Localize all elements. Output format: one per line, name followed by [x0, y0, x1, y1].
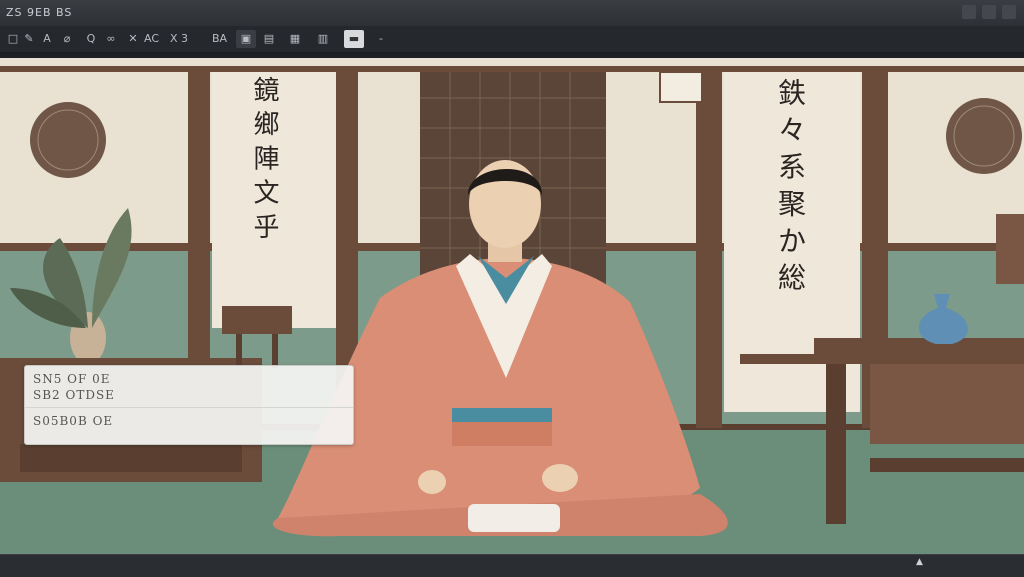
title-bar: ZS 9EB BS: [0, 0, 1024, 26]
toolbar-button-1[interactable]: □: [6, 30, 20, 48]
toolbar-button-10[interactable]: BA: [212, 30, 227, 48]
toolbar: □ ✎ A ⌀ Q ∞ ✕ AC X 3 BA ▣ ▤ ▦ ▥ ▬ -: [0, 26, 1024, 53]
toolbar-button-12[interactable]: ▤: [262, 30, 276, 48]
calligraphy-char: 鏡: [249, 76, 279, 102]
calligraphy-char: 聚: [774, 188, 807, 217]
toolbar-button-13[interactable]: ▦: [288, 30, 302, 48]
calligraphy-char: 系: [774, 151, 807, 180]
toolbar-button-5[interactable]: Q: [84, 30, 98, 48]
minimize-icon[interactable]: [962, 5, 976, 19]
overlay-text-line-2: SB2 OTDSE: [33, 388, 115, 402]
scene-illustration: [0, 58, 1024, 554]
toolbar-button-8[interactable]: AC: [144, 30, 159, 48]
calligraphy-char: 文: [249, 178, 279, 205]
calligraphy-char: 々: [774, 114, 807, 143]
calligraphy-char: 陣: [249, 144, 279, 171]
window-controls: [962, 5, 1016, 19]
right-scroll-calligraphy: 鉄 々 系 聚 か 総: [770, 78, 810, 291]
toolbar-button-16[interactable]: -: [374, 30, 388, 48]
overlay-text-line-1: SN5 OF 0E: [33, 372, 111, 386]
overlay-text-line-3: S05B0B OE: [33, 414, 114, 428]
calligraphy-char: か: [774, 225, 807, 254]
toolbar-button-15[interactable]: ▬: [344, 30, 364, 48]
status-bar: ▲: [0, 554, 1024, 577]
close-icon[interactable]: [1002, 5, 1016, 19]
calligraphy-char: 乎: [249, 213, 279, 240]
overlay-divider: [25, 407, 353, 408]
image-canvas[interactable]: 鏡 鄉 陣 文 乎 鉄 々 系 聚 か 総: [0, 58, 1024, 554]
calligraphy-char: 鉄: [774, 78, 807, 106]
toolbar-button-6[interactable]: ∞: [104, 30, 118, 48]
calligraphy-char: 鄉: [249, 110, 279, 137]
calligraphy-char: 総: [774, 262, 807, 291]
resize-handle-icon[interactable]: ▲: [916, 557, 924, 567]
toolbar-button-3[interactable]: A: [40, 30, 54, 48]
left-scroll-calligraphy: 鏡 鄉 陣 文 乎: [246, 76, 283, 239]
toolbar-button-4[interactable]: ⌀: [60, 30, 74, 48]
toolbar-button-2[interactable]: ✎: [22, 30, 36, 48]
info-overlay-panel[interactable]: SN5 OF 0E SB2 OTDSE S05B0B OE: [24, 365, 354, 445]
toolbar-button-9[interactable]: X 3: [170, 30, 188, 48]
toolbar-button-11[interactable]: ▣: [236, 30, 256, 48]
window-title: ZS 9EB BS: [6, 6, 73, 19]
maximize-icon[interactable]: [982, 5, 996, 19]
toolbar-button-7[interactable]: ✕: [126, 30, 140, 48]
toolbar-button-14[interactable]: ▥: [316, 30, 330, 48]
